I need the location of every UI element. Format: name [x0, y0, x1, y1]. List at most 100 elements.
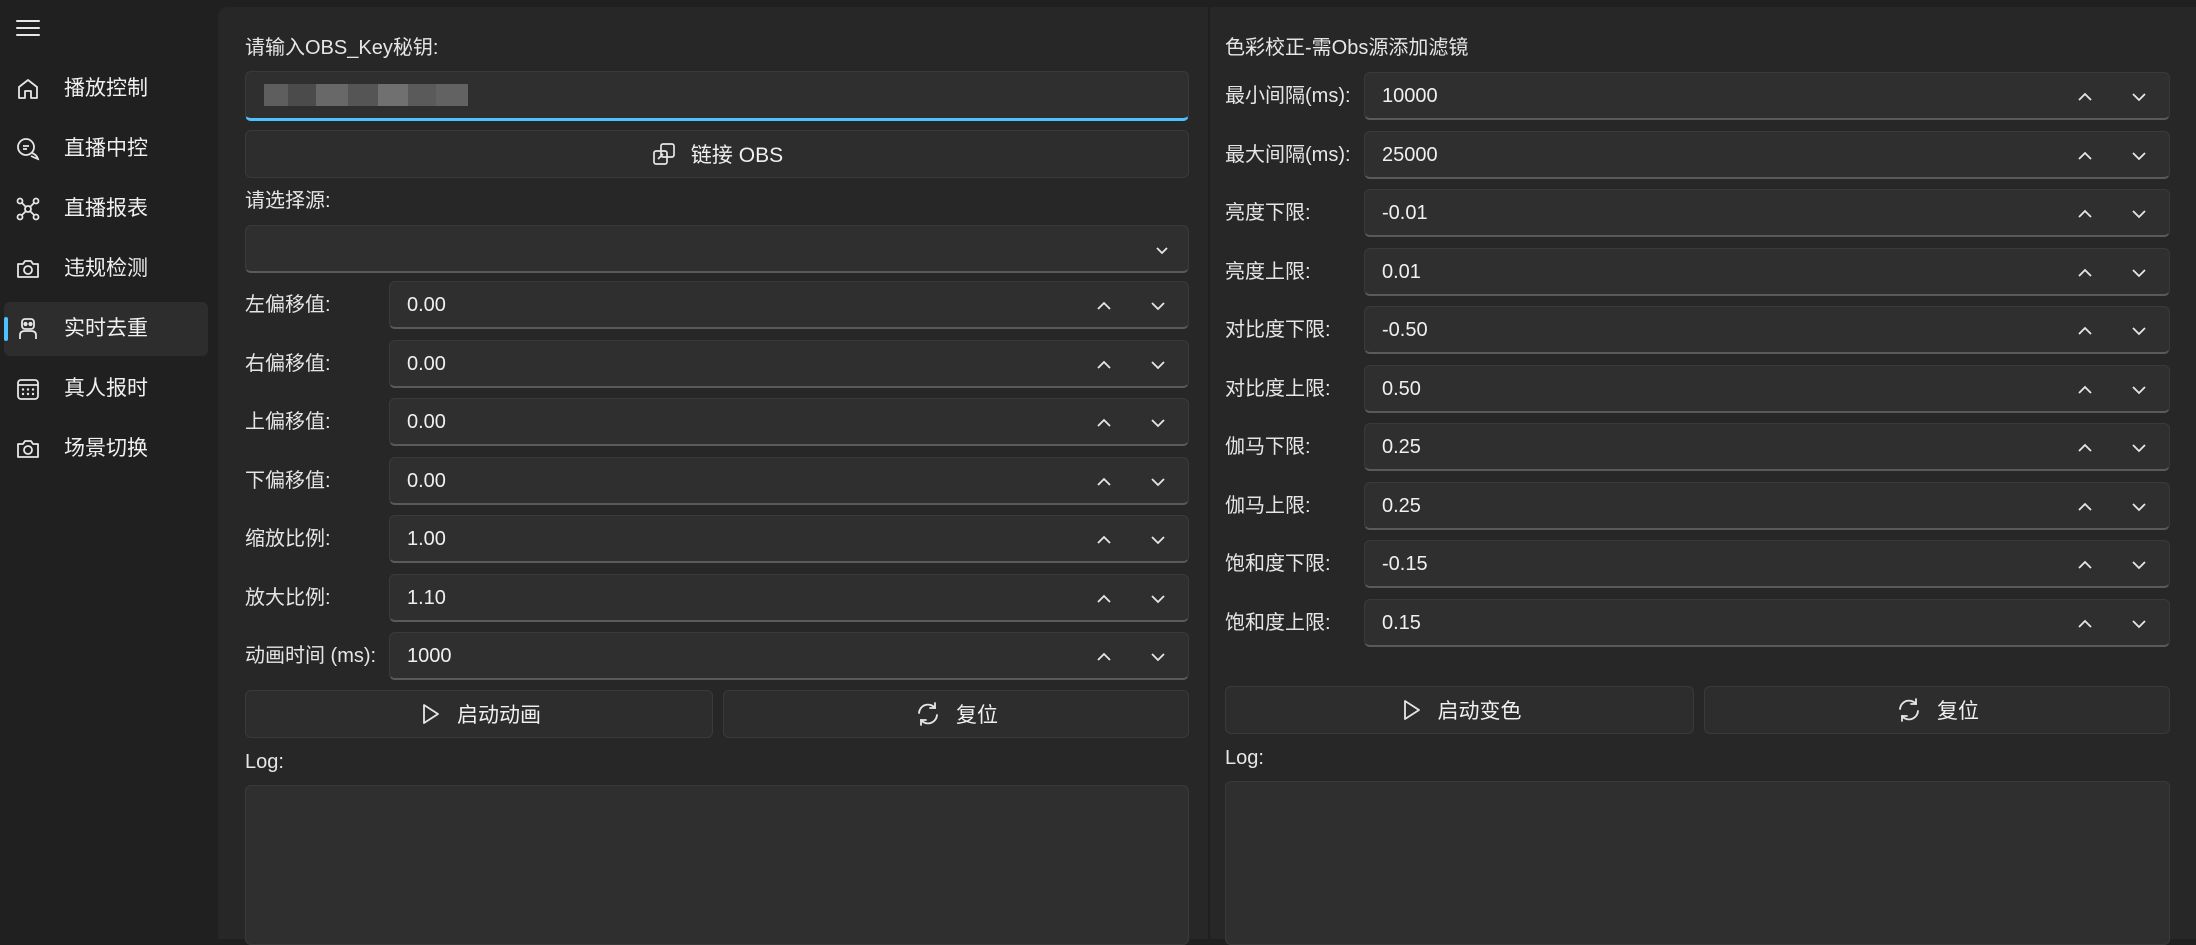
- masked-key-block: [316, 84, 348, 106]
- sidebar-item-label: 实时去重: [64, 317, 148, 340]
- chevron-up-icon[interactable]: [2073, 144, 2097, 168]
- sidebar-item-label: 违规检测: [64, 257, 148, 280]
- home-icon: [14, 75, 42, 103]
- chevron-up-icon[interactable]: [2073, 612, 2097, 636]
- bottom-offset-label: 下偏移值:: [245, 470, 331, 492]
- gamma-min-spinbox[interactable]: 0.25: [1364, 423, 2170, 471]
- right-offset-spinbox[interactable]: 0.00: [389, 340, 1189, 388]
- chevron-up-icon[interactable]: [2073, 85, 2097, 109]
- source-label: 请选择源:: [245, 190, 331, 212]
- chevron-up-icon[interactable]: [2073, 202, 2097, 226]
- chevron-down-icon[interactable]: [1146, 294, 1170, 318]
- left-offset-label: 左偏移值:: [245, 294, 331, 316]
- chevron-up-icon[interactable]: [2073, 436, 2097, 460]
- max-interval-spinbox[interactable]: 25000: [1364, 131, 2170, 179]
- saturation-min-spinbox[interactable]: -0.15: [1364, 540, 2170, 588]
- chevron-up-icon[interactable]: [2073, 319, 2097, 343]
- sidebar-item-label: 播放控制: [64, 77, 148, 100]
- connect-obs-button[interactable]: 链接 OBS: [245, 130, 1189, 178]
- chevron-down-icon[interactable]: [1146, 645, 1170, 669]
- chevron-up-icon[interactable]: [1092, 645, 1116, 669]
- gamma-max-label: 伽马上限:: [1225, 495, 1311, 517]
- chevron-down-icon[interactable]: [2127, 553, 2151, 577]
- bottom-offset-spinbox[interactable]: 0.00: [389, 457, 1189, 505]
- chat-icon: [14, 135, 42, 163]
- chevron-down-icon[interactable]: [2127, 495, 2151, 519]
- chevron-down-icon[interactable]: [1146, 353, 1170, 377]
- chevron-down-icon[interactable]: [2127, 319, 2151, 343]
- chevron-up-icon[interactable]: [1092, 528, 1116, 552]
- color-correction-panel: 色彩校正-需Obs源添加滤镜 最小间隔(ms): 10000 最大间隔(ms):…: [1208, 7, 2196, 945]
- saturation-max-label: 饱和度上限:: [1225, 612, 1331, 634]
- saturation-max-spinbox[interactable]: 0.15: [1364, 599, 2170, 647]
- brightness-min-spinbox[interactable]: -0.01: [1364, 189, 2170, 237]
- chevron-up-icon[interactable]: [2073, 378, 2097, 402]
- contrast-min-spinbox[interactable]: -0.50: [1364, 306, 2170, 354]
- chevron-down-icon[interactable]: [2127, 612, 2151, 636]
- brightness-min-label: 亮度下限:: [1225, 202, 1311, 224]
- zoom-ratio-label: 放大比例:: [245, 587, 331, 609]
- chevron-down-icon[interactable]: [2127, 436, 2151, 460]
- sidebar-item-realtime-announce[interactable]: 真人报时: [4, 362, 208, 416]
- camera-icon: [14, 255, 42, 283]
- robot-icon: [14, 315, 42, 343]
- chevron-up-icon[interactable]: [2073, 553, 2097, 577]
- refresh-icon: [1895, 696, 1923, 724]
- source-select[interactable]: [245, 225, 1189, 273]
- camera-icon: [14, 435, 42, 463]
- masked-key-block: [288, 84, 316, 106]
- chevron-up-icon[interactable]: [2073, 495, 2097, 519]
- masked-key-block: [436, 84, 468, 106]
- max-interval-label: 最大间隔(ms):: [1225, 144, 1351, 166]
- sidebar-item-realtime-dedup[interactable]: 实时去重: [4, 302, 208, 356]
- left-offset-spinbox[interactable]: 0.00: [389, 281, 1189, 329]
- log-textarea[interactable]: [1225, 781, 2170, 945]
- main-content: 请输入OBS_Key秘钥: 链接 OBS 请选择源: 左偏移值: 0.00 右偏…: [218, 7, 2196, 945]
- chevron-down-icon[interactable]: [2127, 85, 2151, 109]
- sidebar-item-live-report[interactable]: 直播报表: [4, 182, 208, 236]
- start-animation-button[interactable]: 启动动画: [245, 690, 713, 738]
- chevron-down-icon[interactable]: [1146, 587, 1170, 611]
- chevron-down-icon[interactable]: [1146, 528, 1170, 552]
- zoom-ratio-spinbox[interactable]: 1.10: [389, 574, 1189, 622]
- transform-panel: 请输入OBS_Key秘钥: 链接 OBS 请选择源: 左偏移值: 0.00 右偏…: [218, 7, 1200, 945]
- chevron-down-icon[interactable]: [1146, 470, 1170, 494]
- sidebar-item-scene-switch[interactable]: 场景切换: [4, 422, 208, 476]
- network-icon: [14, 195, 42, 223]
- sidebar-item-live-control[interactable]: 直播中控: [4, 122, 208, 176]
- menu-icon[interactable]: [14, 16, 42, 40]
- scale-ratio-spinbox[interactable]: 1.00: [389, 515, 1189, 563]
- chevron-up-icon[interactable]: [1092, 353, 1116, 377]
- chevron-down-icon[interactable]: [2127, 202, 2151, 226]
- contrast-min-label: 对比度下限:: [1225, 319, 1331, 341]
- sidebar-item-label: 直播报表: [64, 197, 148, 220]
- chevron-up-icon[interactable]: [1092, 587, 1116, 611]
- obs-key-input[interactable]: [245, 71, 1189, 121]
- start-color-change-button[interactable]: 启动变色: [1225, 686, 1694, 734]
- masked-key-block: [408, 84, 436, 106]
- gamma-max-spinbox[interactable]: 0.25: [1364, 482, 2170, 530]
- log-label: Log:: [1225, 747, 1264, 769]
- chevron-down-icon[interactable]: [1146, 411, 1170, 435]
- reset-animation-button[interactable]: 复位: [723, 690, 1189, 738]
- chevron-up-icon[interactable]: [1092, 294, 1116, 318]
- log-textarea[interactable]: [245, 785, 1189, 945]
- chevron-up-icon[interactable]: [2073, 261, 2097, 285]
- top-offset-spinbox[interactable]: 0.00: [389, 398, 1189, 446]
- chevron-up-icon[interactable]: [1092, 411, 1116, 435]
- chevron-down-icon[interactable]: [2127, 261, 2151, 285]
- saturation-min-label: 饱和度下限:: [1225, 553, 1331, 575]
- chevron-down-icon[interactable]: [1150, 238, 1174, 262]
- masked-key-block: [264, 84, 288, 106]
- animation-time-spinbox[interactable]: 1000: [389, 632, 1189, 680]
- sidebar-item-playback-control[interactable]: 播放控制: [4, 62, 208, 116]
- chevron-down-icon[interactable]: [2127, 144, 2151, 168]
- refresh-icon: [914, 700, 942, 728]
- min-interval-spinbox[interactable]: 10000: [1364, 72, 2170, 120]
- brightness-max-spinbox[interactable]: 0.01: [1364, 248, 2170, 296]
- reset-color-button[interactable]: 复位: [1704, 686, 2170, 734]
- contrast-max-spinbox[interactable]: 0.50: [1364, 365, 2170, 413]
- chevron-up-icon[interactable]: [1092, 470, 1116, 494]
- chevron-down-icon[interactable]: [2127, 378, 2151, 402]
- sidebar-item-violation-detection[interactable]: 违规检测: [4, 242, 208, 296]
